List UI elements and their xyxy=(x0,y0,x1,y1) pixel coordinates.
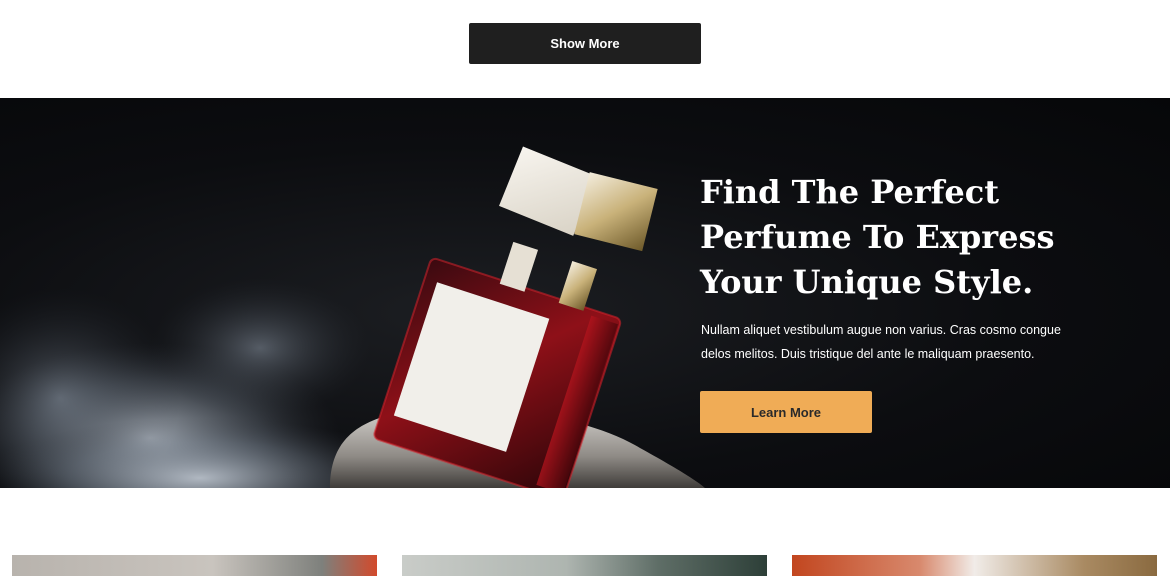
product-card-image[interactable] xyxy=(792,555,1157,576)
show-more-section: Show More xyxy=(0,0,1170,98)
perfume-bottle-image xyxy=(0,146,705,488)
product-card-image[interactable] xyxy=(12,555,377,576)
hero-heading-line: Find The Perfect xyxy=(700,173,1000,211)
product-card-row xyxy=(0,555,1170,576)
hero-description: Nullam aliquet vestibulum augue non vari… xyxy=(701,318,1071,366)
hero-heading-line: Perfume To Express xyxy=(700,218,1055,256)
learn-more-button[interactable]: Learn More xyxy=(700,391,872,433)
hero-heading-line: Your Unique Style. xyxy=(700,263,1034,301)
hero-description-line: Nullam aliquet vestibulum augue non vari… xyxy=(701,323,1061,337)
hero-banner: Find The Perfect Perfume To Express Your… xyxy=(0,98,1170,488)
show-more-button[interactable]: Show More xyxy=(469,23,701,64)
product-card-image[interactable] xyxy=(402,555,767,576)
hero-heading: Find The Perfect Perfume To Express Your… xyxy=(700,170,1060,305)
hero-description-line: delos melitos. Duis tristique del ante l… xyxy=(701,347,1035,361)
